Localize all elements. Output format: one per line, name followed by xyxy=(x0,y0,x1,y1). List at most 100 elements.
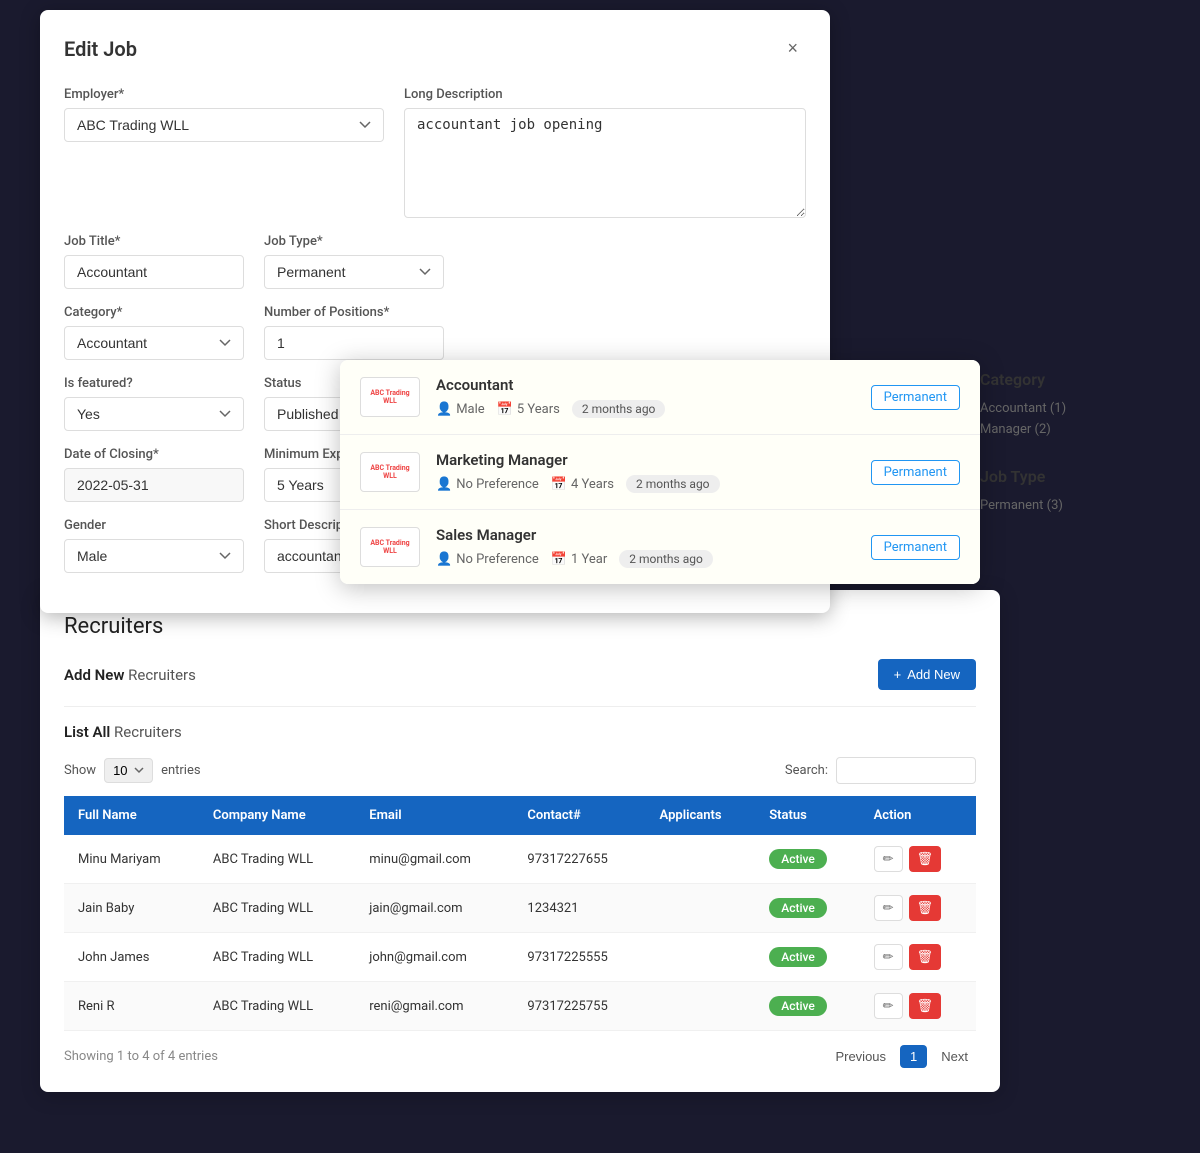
posted-badge-1: 2 months ago xyxy=(626,475,720,493)
cell-applicants xyxy=(646,835,756,884)
col-full-name: Full Name xyxy=(64,796,199,835)
featured-group: Is featured? Yes xyxy=(64,376,244,431)
gender-label: Gender xyxy=(64,518,244,533)
delete-button[interactable]: 🗑 xyxy=(909,895,942,921)
positions-input[interactable] xyxy=(264,326,444,360)
category-filter-item-1[interactable]: Manager (2) xyxy=(980,422,1140,437)
cell-status: Active xyxy=(755,933,859,982)
cell-full-name: Minu Mariyam xyxy=(64,835,199,884)
add-new-button[interactable]: + Add New xyxy=(878,659,976,690)
action-btns: ✏ 🗑 xyxy=(874,895,962,921)
exp-icon-2: 📅 xyxy=(551,552,567,567)
category-group: Category* Accountant xyxy=(64,305,244,360)
closing-input[interactable] xyxy=(64,468,244,502)
job-info-2: Sales Manager 👤 No Preference 📅 1 Year 2… xyxy=(436,526,855,568)
long-description-textarea[interactable]: accountant job opening xyxy=(404,108,806,218)
entries-label: entries xyxy=(161,763,201,778)
cell-action: ✏ 🗑 xyxy=(860,982,976,1031)
featured-select[interactable]: Yes xyxy=(64,397,244,431)
job-card-1[interactable]: ABC Trading WLL Marketing Manager 👤 No P… xyxy=(340,435,980,510)
status-badge: Active xyxy=(769,898,827,918)
status-badge: Active xyxy=(769,996,827,1016)
job-title-0: Accountant xyxy=(436,376,855,394)
gender-meta-1: 👤 No Preference xyxy=(436,477,539,492)
jobtype-filter-item-0[interactable]: Permanent (3) xyxy=(980,498,1140,513)
table-controls: Show 10 25 50 entries Search: xyxy=(64,757,976,784)
cell-action: ✏ 🗑 xyxy=(860,835,976,884)
job-meta-0: 👤 Male 📅 5 Years 2 months ago xyxy=(436,400,855,418)
plus-icon: + xyxy=(894,667,902,682)
cell-action: ✏ 🗑 xyxy=(860,884,976,933)
job-card-2[interactable]: ABC Trading WLL Sales Manager 👤 No Prefe… xyxy=(340,510,980,584)
cell-status: Active xyxy=(755,835,859,884)
action-btns: ✏ 🗑 xyxy=(874,846,962,872)
cell-company: ABC Trading WLL xyxy=(199,835,355,884)
recruiters-section: Recruiters Add New Recruiters + Add New … xyxy=(40,590,1000,1092)
delete-button[interactable]: 🗑 xyxy=(909,944,942,970)
cell-company: ABC Trading WLL xyxy=(199,982,355,1031)
cell-email: john@gmail.com xyxy=(355,933,513,982)
job-type-select[interactable]: Permanent xyxy=(264,255,444,289)
cell-email: jain@gmail.com xyxy=(355,884,513,933)
edit-button[interactable]: ✏ xyxy=(874,993,903,1019)
col-email: Email xyxy=(355,796,513,835)
job-card-0[interactable]: ABC Trading WLL Accountant 👤 Male 📅 5 Ye… xyxy=(340,360,980,435)
table-header: Full Name Company Name Email Contact# Ap… xyxy=(64,796,976,835)
previous-button[interactable]: Previous xyxy=(827,1045,894,1068)
job-type-badge-0: Permanent xyxy=(871,385,960,410)
gender-meta-2: 👤 No Preference xyxy=(436,552,539,567)
delete-button[interactable]: 🗑 xyxy=(909,846,942,872)
delete-button[interactable]: 🗑 xyxy=(909,993,942,1019)
next-button[interactable]: Next xyxy=(933,1045,976,1068)
modal-close-button[interactable]: × xyxy=(779,34,806,63)
recruiters-table: Full Name Company Name Email Contact# Ap… xyxy=(64,796,976,1031)
cell-contact: 97317227655 xyxy=(513,835,645,884)
modal-title: Edit Job xyxy=(64,37,137,61)
cell-applicants xyxy=(646,884,756,933)
edit-button[interactable]: ✏ xyxy=(874,846,903,872)
page-1-button[interactable]: 1 xyxy=(900,1045,927,1068)
col-action: Action xyxy=(860,796,976,835)
category-filter-title: Category xyxy=(980,370,1140,389)
table-footer: Showing 1 to 4 of 4 entries Previous 1 N… xyxy=(64,1045,976,1068)
job-title-input[interactable] xyxy=(64,255,244,289)
cell-full-name: John James xyxy=(64,933,199,982)
show-entries-select[interactable]: 10 25 50 xyxy=(104,758,153,783)
category-label: Category* xyxy=(64,305,244,320)
gender-select[interactable]: Male xyxy=(64,539,244,573)
form-row-title-type: Job Title* Job Type* Permanent xyxy=(64,234,806,289)
showing-entries-text: Showing 1 to 4 of 4 entries xyxy=(64,1049,218,1064)
col-applicants: Applicants xyxy=(646,796,756,835)
show-entries: Show 10 25 50 entries xyxy=(64,758,201,783)
list-all-title: List All Recruiters xyxy=(64,723,976,741)
employer-label: Employer* xyxy=(64,87,384,102)
search-label: Search: xyxy=(785,763,828,778)
positions-label: Number of Positions* xyxy=(264,305,444,320)
divider xyxy=(64,706,976,707)
user-icon-0: 👤 xyxy=(436,402,452,417)
exp-meta-1: 📅 4 Years xyxy=(551,477,614,492)
cell-full-name: Reni R xyxy=(64,982,199,1031)
job-info-0: Accountant 👤 Male 📅 5 Years 2 months ago xyxy=(436,376,855,418)
search-input[interactable] xyxy=(836,757,976,784)
cell-company: ABC Trading WLL xyxy=(199,884,355,933)
closing-label: Date of Closing* xyxy=(64,447,244,462)
table-body: Minu Mariyam ABC Trading WLL minu@gmail.… xyxy=(64,835,976,1031)
posted-badge-0: 2 months ago xyxy=(572,400,666,418)
cell-applicants xyxy=(646,933,756,982)
category-filter-item-0[interactable]: Accountant (1) xyxy=(980,401,1140,416)
edit-button[interactable]: ✏ xyxy=(874,944,903,970)
employer-select[interactable]: ABC Trading WLL xyxy=(64,108,384,142)
action-btns: ✏ 🗑 xyxy=(874,993,962,1019)
add-new-subsection: Add New Recruiters + Add New xyxy=(64,659,976,690)
exp-meta-2: 📅 1 Year xyxy=(551,552,607,567)
gender-meta-0: 👤 Male xyxy=(436,402,485,417)
edit-button[interactable]: ✏ xyxy=(874,895,903,921)
long-description-label: Long Description xyxy=(404,87,806,102)
exp-meta-0: 📅 5 Years xyxy=(497,402,560,417)
status-badge: Active xyxy=(769,849,827,869)
category-select[interactable]: Accountant xyxy=(64,326,244,360)
job-type-group: Job Type* Permanent xyxy=(264,234,444,289)
gender-group: Gender Male xyxy=(64,518,244,573)
jobtype-filter-section: Job Type Permanent (3) xyxy=(980,467,1140,513)
